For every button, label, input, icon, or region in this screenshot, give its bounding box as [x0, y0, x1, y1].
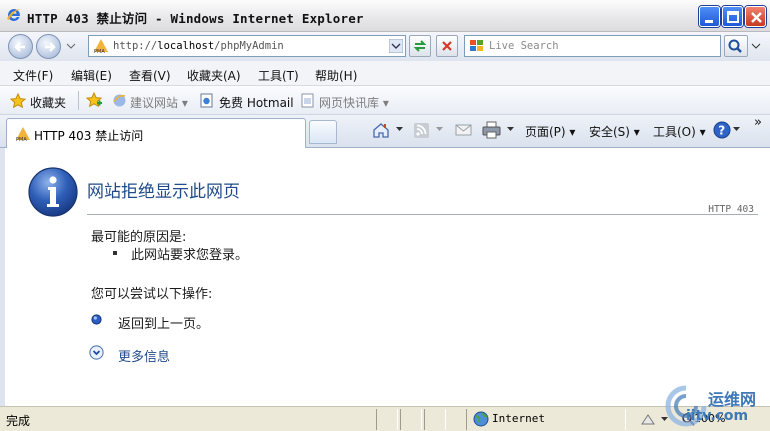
- menu-help[interactable]: 帮助(H): [315, 67, 357, 84]
- feeds-icon[interactable]: [413, 122, 430, 139]
- windows-logo-icon: [470, 40, 483, 51]
- feeds-dropdown-icon[interactable]: [436, 127, 443, 132]
- history-dropdown-icon[interactable]: [66, 42, 76, 50]
- forward-button[interactable]: [36, 34, 61, 59]
- favorites-item-web-slice-gallery[interactable]: 网页快讯库 ▾: [319, 94, 389, 111]
- back-button[interactable]: [8, 34, 33, 59]
- maximize-button[interactable]: [722, 6, 743, 27]
- safety-menu-button[interactable]: 安全(S) ▾: [589, 123, 640, 140]
- site-watermark: 运维网 iitv.com: [664, 380, 770, 431]
- menu-view[interactable]: 查看(V): [129, 67, 171, 84]
- favorites-bar: 收藏夹 建议网站 ▾ 免费 Hotmail 网页快讯库 ▾: [0, 86, 770, 115]
- address-url: http://localhost/phpMyAdmin: [113, 40, 284, 52]
- ie-logo-icon: [7, 8, 21, 21]
- phpmyadmin-tab-icon: PMA: [16, 127, 30, 142]
- expand-chevron-icon[interactable]: [89, 345, 104, 360]
- tab-http-403[interactable]: PMA HTTP 403 禁止访问: [6, 118, 306, 148]
- read-mail-icon[interactable]: [455, 123, 472, 137]
- back-arrow-icon: [14, 42, 25, 52]
- close-icon: [751, 12, 762, 23]
- address-toolbar: PMA http://localhost/phpMyAdmin Live Sea…: [0, 32, 770, 61]
- watermark-title: 运维网: [708, 390, 757, 409]
- internet-zone-globe-icon: [473, 411, 489, 427]
- add-favorite-icon[interactable]: [86, 92, 103, 109]
- web-slice-page-icon: [301, 93, 314, 108]
- menu-edit[interactable]: 编辑(E): [71, 67, 112, 84]
- search-field[interactable]: Live Search: [464, 35, 721, 57]
- minimize-button[interactable]: [699, 6, 720, 27]
- print-icon[interactable]: [482, 121, 501, 139]
- search-button[interactable]: [724, 35, 748, 57]
- menu-tools[interactable]: 工具(T): [258, 67, 299, 84]
- status-bar: 完成 Internet 100%: [0, 406, 770, 431]
- tab-title: HTTP 403 禁止访问: [34, 129, 144, 143]
- home-icon[interactable]: [372, 121, 390, 139]
- tools-menu-button[interactable]: 工具(O) ▾: [653, 123, 706, 140]
- go-back-link[interactable]: 返回到上一页。: [118, 313, 209, 332]
- heading-divider: [87, 214, 758, 215]
- protected-mode-icon[interactable]: [640, 412, 656, 427]
- search-placeholder: Live Search: [489, 40, 559, 52]
- action-title: 您可以尝试以下操作:: [91, 287, 213, 302]
- info-icon: [28, 167, 78, 217]
- window-title: HTTP 403 禁止访问 - Windows Internet Explore…: [27, 11, 364, 26]
- cause-item: 此网站要求您登录。: [131, 248, 249, 263]
- page-content: 网站拒绝显示此网页 HTTP 403 最可能的原因是: 此网站要求您登录。 您可…: [0, 148, 770, 406]
- favorites-star-icon: [10, 93, 26, 109]
- favorites-item-suggested-sites[interactable]: 建议网站 ▾: [130, 94, 188, 111]
- print-dropdown-icon[interactable]: [507, 127, 514, 132]
- search-options-icon[interactable]: [751, 42, 761, 50]
- new-tab-button[interactable]: [309, 120, 337, 144]
- help-dropdown-icon[interactable]: [733, 127, 740, 132]
- title-bar: HTTP 403 禁止访问 - Windows Internet Explore…: [0, 0, 770, 32]
- svg-text:PMA: PMA: [94, 49, 105, 54]
- refresh-icon: [413, 40, 427, 52]
- tab-row: PMA HTTP 403 禁止访问 页面(P) ▾ 安全(S) ▾ 工具(O) …: [0, 115, 770, 148]
- refresh-button[interactable]: [409, 35, 431, 57]
- error-heading: 网站拒绝显示此网页: [87, 182, 240, 202]
- cause-title: 最可能的原因是:: [91, 230, 187, 245]
- menu-file[interactable]: 文件(F): [13, 67, 53, 84]
- security-zone[interactable]: Internet: [492, 412, 545, 425]
- home-dropdown-icon[interactable]: [396, 127, 403, 132]
- phpmyadmin-favicon-icon: PMA: [94, 39, 108, 54]
- magnifier-icon: [728, 39, 742, 53]
- hotmail-page-icon: [200, 93, 213, 108]
- page-menu-button[interactable]: 页面(P) ▾: [525, 123, 575, 140]
- svg-text:PMA: PMA: [16, 137, 27, 142]
- menu-favorites[interactable]: 收藏夹(A): [187, 67, 241, 84]
- suggested-sites-icon: [113, 94, 126, 107]
- address-dropdown-icon[interactable]: [389, 39, 403, 53]
- svg-text:?: ?: [718, 124, 725, 138]
- status-text: 完成: [6, 414, 31, 428]
- more-info-link[interactable]: 更多信息: [118, 346, 170, 365]
- stop-button[interactable]: [436, 35, 458, 57]
- menu-bar: 文件(F) 编辑(E) 查看(V) 收藏夹(A) 工具(T) 帮助(H): [0, 61, 770, 86]
- help-icon[interactable]: ?: [713, 121, 731, 139]
- maximize-icon: [727, 11, 739, 23]
- address-field[interactable]: PMA http://localhost/phpMyAdmin: [88, 35, 406, 57]
- minimize-icon: [705, 20, 713, 23]
- blue-bullet-icon: [91, 314, 102, 325]
- ie-window: HTTP 403 禁止访问 - Windows Internet Explore…: [0, 0, 770, 431]
- close-button[interactable]: [745, 6, 766, 27]
- command-bar-chevron[interactable]: »: [754, 115, 762, 130]
- favorites-button[interactable]: 收藏夹: [30, 94, 66, 111]
- forward-arrow-icon: [45, 42, 56, 52]
- cause-bullet: [113, 251, 117, 255]
- favorites-item-hotmail[interactable]: 免费 Hotmail: [219, 94, 294, 111]
- stop-icon: [442, 41, 452, 51]
- watermark-domain: iitv.com: [686, 408, 749, 424]
